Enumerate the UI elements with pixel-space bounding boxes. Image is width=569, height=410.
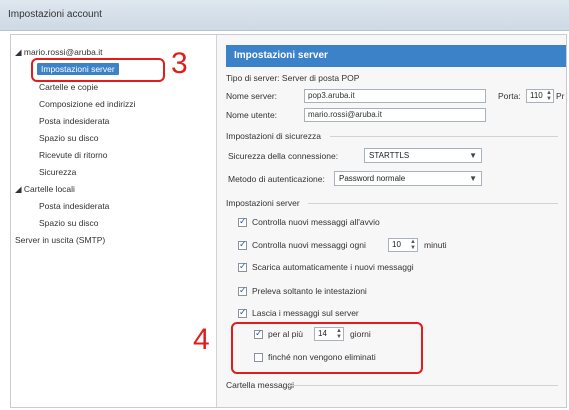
port-label: Porta: <box>498 91 521 101</box>
auth-method-label: Metodo di autenticazione: <box>228 174 325 184</box>
panel-header: Impostazioni server <box>226 45 566 67</box>
minutes-label: minuti <box>424 240 447 250</box>
tree-account[interactable]: ◢ mario.rossi@aruba.it <box>15 47 102 58</box>
username-label: Nome utente: <box>226 110 278 120</box>
tree-item-junk[interactable]: Posta indesiderata <box>39 116 109 126</box>
tree-item-composition[interactable]: Composizione ed indirizzi <box>39 99 135 109</box>
check-on-startup-checkbox[interactable] <box>238 216 247 227</box>
annotation-number-3: 3 <box>171 47 188 80</box>
check-interval-input[interactable]: 10 ▲ ▼ <box>388 238 418 252</box>
spin-arrows-icon[interactable]: ▲ ▼ <box>410 239 416 251</box>
username-input[interactable]: mario.rossi@aruba.it <box>304 108 486 122</box>
dropdown-arrow-icon: ▼ <box>469 151 477 160</box>
check-on-startup-label: Controlla nuovi messaggi all'avvio <box>252 217 380 227</box>
tree-item-local-disk[interactable]: Spazio su disco <box>39 218 99 228</box>
conn-security-select[interactable]: STARTTLS ▼ <box>364 148 482 163</box>
account-tree: ◢ mario.rossi@aruba.it Impostazioni serv… <box>11 35 217 407</box>
message-storage-divider <box>288 385 558 386</box>
panel-title: Impostazioni server <box>234 50 328 61</box>
spin-arrows-icon[interactable]: ▲ ▼ <box>546 90 552 102</box>
message-storage-title: Cartella messaggi <box>226 380 295 390</box>
server-type-value: Server di posta POP <box>281 73 360 83</box>
server-settings-group-title: Impostazioni server <box>226 198 300 208</box>
port-input[interactable]: 110 ▲ ▼ <box>526 89 554 103</box>
annotation-box-4 <box>231 322 423 374</box>
headers-only-label: Preleva soltanto le intestazioni <box>252 286 367 296</box>
tree-item-copies-folders[interactable]: Cartelle e copie <box>39 82 98 92</box>
leave-on-server-checkbox[interactable] <box>238 307 247 318</box>
expand-icon: ◢ <box>15 47 24 57</box>
headers-only-checkbox[interactable] <box>238 285 247 296</box>
window-title: Impostazioni account <box>8 9 102 20</box>
auth-method-select[interactable]: Password normale ▼ <box>334 171 482 186</box>
expand-icon: ◢ <box>15 184 24 194</box>
tree-local-folders[interactable]: ◢ Cartelle locali <box>15 184 75 195</box>
settings-window: ◢ mario.rossi@aruba.it Impostazioni serv… <box>10 34 567 408</box>
annotation-box-3 <box>31 58 165 82</box>
conn-security-label: Sicurezza della connessione: <box>228 151 339 161</box>
server-name-label: Nome server: <box>226 91 278 101</box>
title-bar: Impostazioni account <box>0 0 569 31</box>
security-group-title: Impostazioni di sicurezza <box>226 131 321 141</box>
security-divider <box>330 136 558 137</box>
tree-item-disk-space[interactable]: Spazio su disco <box>39 133 99 143</box>
server-name-input[interactable]: pop3.aruba.it <box>304 89 486 103</box>
port-default-label: Pr <box>556 91 565 101</box>
server-settings-divider <box>308 203 558 204</box>
dropdown-arrow-icon: ▼ <box>469 174 477 183</box>
server-type-label: Tipo di server: Server di posta POP <box>226 73 360 83</box>
annotation-number-4: 4 <box>193 323 210 356</box>
check-every-checkbox[interactable] <box>238 239 247 250</box>
leave-on-server-label: Lascia i messaggi sul server <box>252 308 359 318</box>
auto-download-label: Scarica automaticamente i nuovi messaggi <box>252 262 414 272</box>
tree-item-receipts[interactable]: Ricevute di ritorno <box>39 150 108 160</box>
check-every-label: Controlla nuovi messaggi ogni <box>252 240 366 250</box>
tree-item-security[interactable]: Sicurezza <box>39 167 76 177</box>
auto-download-checkbox[interactable] <box>238 261 247 272</box>
tree-item-local-junk[interactable]: Posta indesiderata <box>39 201 109 211</box>
tree-smtp[interactable]: Server in uscita (SMTP) <box>15 235 105 245</box>
